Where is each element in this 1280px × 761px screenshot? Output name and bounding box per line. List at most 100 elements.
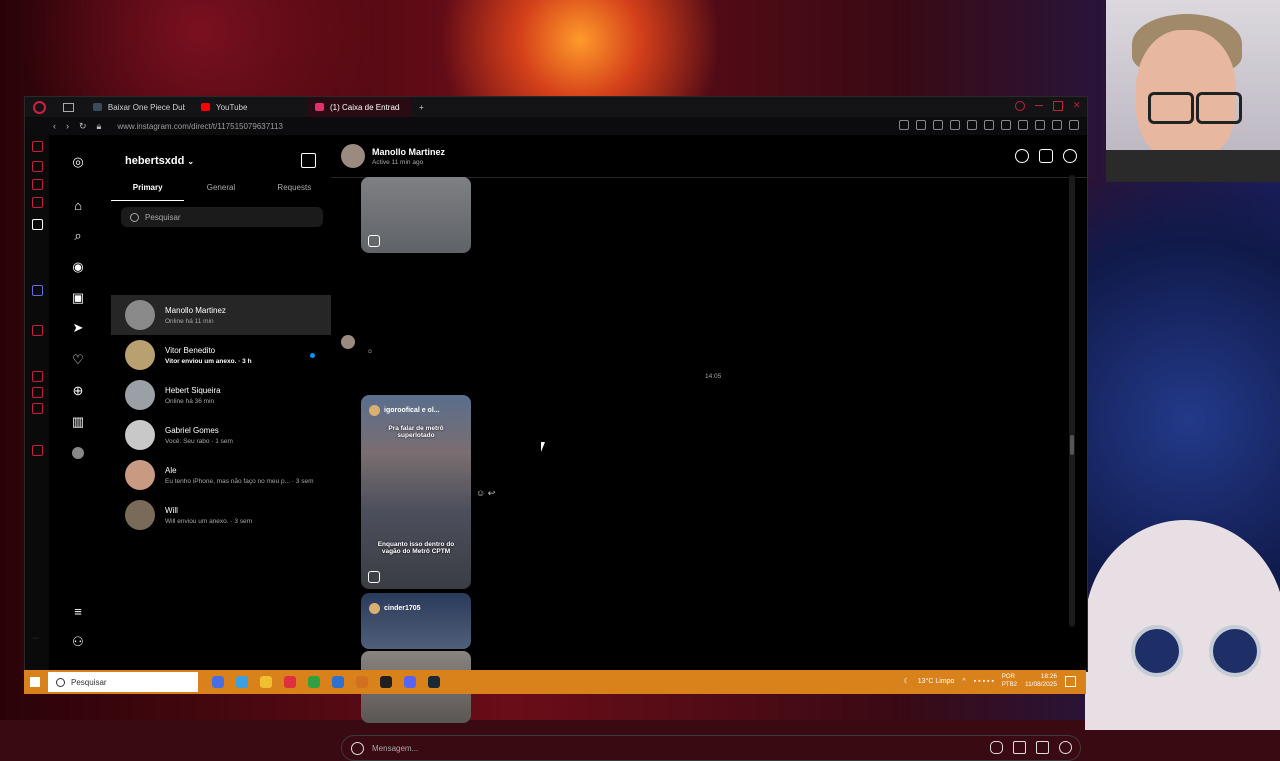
new-message-icon[interactable] (301, 153, 316, 168)
notification-icon[interactable] (1065, 675, 1076, 687)
explore-icon[interactable]: ◉ (71, 260, 85, 274)
sidebar-whatsapp-icon[interactable] (32, 197, 43, 208)
sidebar-ai-icon[interactable] (32, 141, 43, 152)
reaction-emoji[interactable]: ☺ (367, 349, 373, 355)
forward-icon[interactable]: › (66, 121, 69, 132)
profile-icon[interactable] (1035, 120, 1045, 130)
search-icon[interactable]: ⌕ (71, 229, 85, 243)
clock[interactable]: 18:26 11/08/2025 (1025, 673, 1057, 689)
extension-icon[interactable] (984, 120, 994, 130)
close-icon[interactable]: ✕ (1073, 101, 1081, 110)
download-icon[interactable] (1052, 120, 1062, 130)
discord-icon[interactable] (404, 676, 416, 688)
search-input[interactable]: Pesquisar (121, 207, 323, 227)
reel-message[interactable]: cinder1705 (361, 593, 471, 649)
react-emoji-icon[interactable]: ☺ (476, 488, 485, 498)
sidebar-extensions-icon[interactable] (32, 445, 43, 456)
conversation-item[interactable]: Gabriel Gomes Você: Seu rabo · 1 sem (111, 415, 331, 455)
tab-youtube[interactable]: YouTube (193, 97, 299, 117)
minimize-icon[interactable] (1035, 105, 1043, 106)
sidebar-discord-icon[interactable] (32, 285, 43, 296)
sidebar-vk-icon[interactable] (32, 325, 43, 336)
chat-scrollbar[interactable] (1069, 175, 1075, 627)
more-menu-icon[interactable]: ≡ (71, 605, 85, 619)
microphone-icon[interactable] (990, 741, 1003, 754)
maximize-icon[interactable] (1053, 101, 1063, 111)
conversation-item[interactable]: Manollo Martinez Online há 11 min (111, 295, 331, 335)
sidebar-aria-icon[interactable] (32, 219, 43, 230)
puzzle-icon[interactable] (1018, 120, 1028, 130)
reply-icon[interactable]: ↩ (488, 488, 496, 498)
download-app-icon[interactable] (356, 676, 368, 688)
player-icon[interactable] (950, 120, 960, 130)
steam-icon[interactable] (428, 676, 440, 688)
opera-logo[interactable] (25, 97, 55, 117)
tab-instagram[interactable]: (1) Caixa de Entrada • Dir... (307, 97, 411, 117)
contact-avatar[interactable] (341, 144, 365, 168)
tray-icons[interactable]: ▪ ▪ ▪ ▪ ▪ (974, 678, 994, 685)
contact-name[interactable]: Manollo Martinez (372, 147, 445, 157)
notifications-icon[interactable]: ♡ (71, 353, 85, 367)
shield-icon[interactable] (933, 120, 943, 130)
messages-icon[interactable]: ➤ (71, 321, 85, 335)
reel-caption-bottom: Enquanto isso dentro do vagão do Metrô C… (377, 541, 455, 555)
reload-icon[interactable]: ↻ (79, 121, 87, 132)
conversation-item[interactable]: Will Will enviou um anexo. · 3 sem (111, 495, 331, 535)
sidebar-music-icon[interactable] (32, 161, 43, 172)
sidebar-history-icon[interactable] (32, 371, 43, 382)
bookmark-icon[interactable] (899, 120, 909, 130)
obs-icon[interactable] (380, 676, 392, 688)
explorer-icon[interactable] (260, 676, 272, 688)
dashboard-icon[interactable]: ▥ (71, 415, 85, 429)
snapshot-icon[interactable] (916, 120, 926, 130)
back-icon[interactable]: ‹ (53, 121, 56, 132)
info-icon[interactable] (1063, 149, 1077, 163)
weather-text[interactable]: 13°C Limpo (918, 678, 955, 685)
sidebar-messenger-icon[interactable] (32, 179, 43, 190)
video-icon[interactable] (1039, 149, 1053, 163)
wallet-icon[interactable] (1001, 120, 1011, 130)
message-composer[interactable]: Mensagem... (341, 735, 1081, 761)
conversation-item[interactable]: Hebert Siqueira Online há 36 min (111, 375, 331, 415)
sticker-icon[interactable] (1036, 741, 1049, 754)
emoji-icon[interactable] (351, 741, 364, 755)
sidebar-settings-icon[interactable] (32, 403, 43, 414)
taskbar-search[interactable]: Pesquisar (48, 672, 198, 692)
tab-primary[interactable]: Primary (111, 181, 185, 201)
tab-switcher-icon[interactable] (55, 97, 85, 117)
new-tab-button[interactable]: + (411, 97, 432, 117)
scroll-thumb[interactable] (1070, 435, 1074, 455)
account-switcher[interactable]: hebertsxdd ⌄ (125, 155, 194, 167)
conversation-item[interactable]: Vitor Benedito Vitor enviou um anexo. · 3… (111, 335, 331, 375)
sidebar-bookmarks-icon[interactable] (32, 387, 43, 398)
lang-indicator[interactable]: POR PTB2 (1002, 673, 1017, 689)
like-heart-icon[interactable] (1059, 741, 1072, 754)
reel-message[interactable] (361, 177, 471, 253)
menu-icon[interactable] (1069, 120, 1079, 130)
tab-general[interactable]: General (184, 181, 257, 201)
windows-start-icon[interactable] (30, 677, 40, 687)
opera-sidebar: ··· (25, 135, 50, 671)
tab-onepiece[interactable]: Baixar One Piece Dublado (85, 97, 193, 117)
search-tabs-icon[interactable] (1015, 101, 1025, 111)
phone-icon[interactable] (1015, 149, 1029, 163)
task-view-icon[interactable] (212, 676, 224, 688)
tray-expand-icon[interactable]: ^ (962, 678, 965, 685)
instagram-logo-icon[interactable]: ◎ (71, 155, 85, 169)
image-icon[interactable] (1013, 741, 1026, 754)
profile-avatar[interactable] (72, 447, 84, 459)
threads-icon[interactable]: ⚇ (71, 635, 85, 649)
tab-requests[interactable]: Requests (258, 181, 331, 201)
message-input[interactable]: Mensagem... (372, 744, 418, 753)
url-field[interactable]: www.instagram.com/direct/t/1175150796371… (117, 122, 283, 131)
heart-icon[interactable] (967, 120, 977, 130)
reel-message[interactable]: igoroofical e ol... Pra falar de metrô s… (361, 395, 471, 589)
create-icon[interactable]: ⊕ (71, 384, 85, 398)
app-icon[interactable] (332, 676, 344, 688)
edge-icon[interactable] (236, 676, 248, 688)
conversation-item[interactable]: Ale Eu tenho iPhone, mas não faço no meu … (111, 455, 331, 495)
home-icon[interactable]: ⌂ (71, 199, 85, 213)
reels-icon[interactable]: ▣ (71, 291, 85, 305)
opera-icon[interactable] (284, 676, 296, 688)
chrome-icon[interactable] (308, 676, 320, 688)
